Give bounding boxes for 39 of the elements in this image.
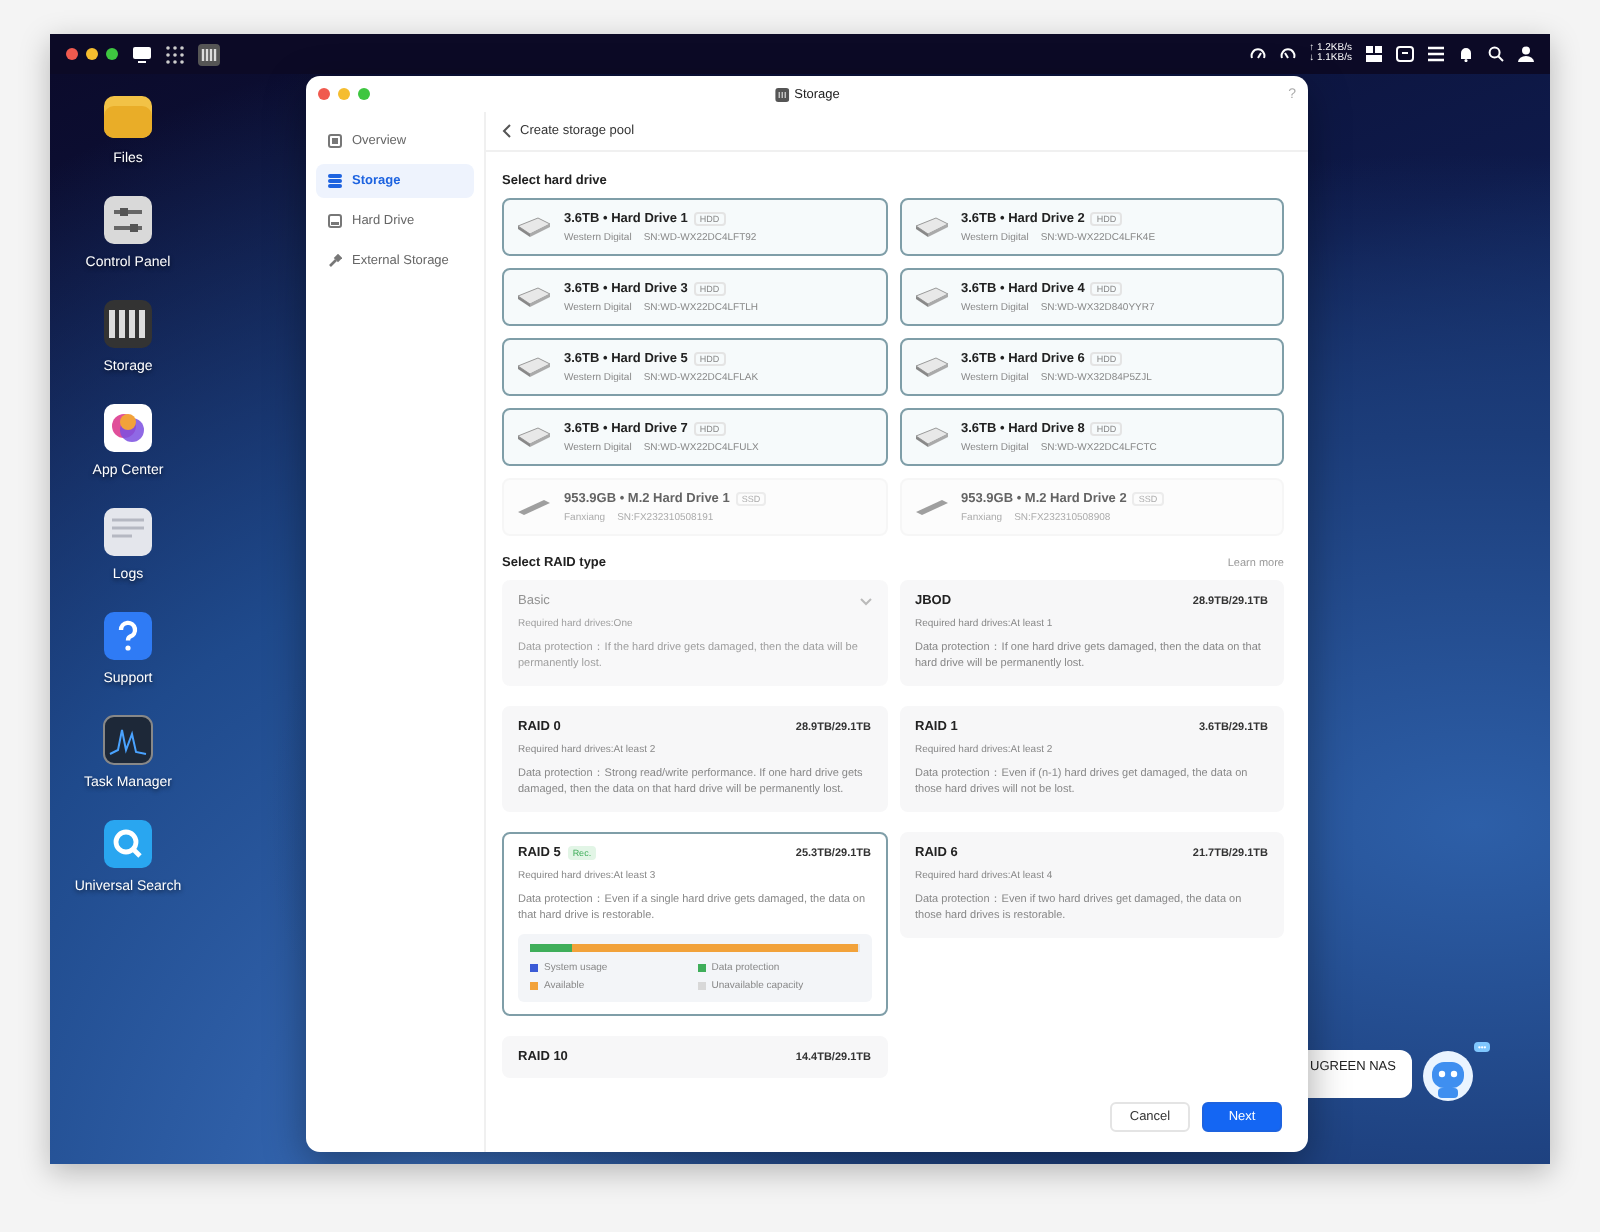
app-grid-icon[interactable] (166, 45, 184, 63)
chat-icon[interactable] (1396, 45, 1414, 63)
close-button[interactable] (318, 88, 330, 100)
notification-bell-icon[interactable] (1458, 46, 1474, 62)
usb-plug-icon (328, 254, 342, 268)
drive-bays-icon[interactable] (102, 298, 154, 350)
database-icon (328, 174, 342, 188)
search-icon[interactable] (1488, 46, 1504, 62)
monitor-icon[interactable] (132, 45, 152, 63)
raid-option-card[interactable] (502, 832, 887, 1016)
ssd-stick-icon (913, 496, 949, 518)
back-icon[interactable] (502, 124, 512, 138)
widgets-icon[interactable] (1366, 46, 1382, 62)
hard-drive-icon (516, 426, 552, 448)
task-list-icon[interactable] (1428, 46, 1444, 62)
activity-chart-icon[interactable] (102, 714, 154, 766)
sliders-icon[interactable] (102, 194, 154, 246)
app-store-icon[interactable] (102, 402, 154, 454)
folder-icon[interactable] (102, 90, 154, 142)
dashboard-icon (328, 134, 342, 148)
user-icon[interactable] (1518, 46, 1534, 62)
help-icon[interactable] (102, 610, 154, 662)
drive-bays-icon (774, 87, 789, 101)
hard-drive-icon (913, 356, 949, 378)
hard-drive-icon (516, 356, 552, 378)
gauge-icon (1279, 46, 1296, 62)
hard-drive-icon (913, 286, 949, 308)
hard-drive-icon (516, 216, 552, 238)
document-icon[interactable] (102, 506, 154, 558)
hard-drive-icon (328, 214, 342, 228)
robot-assistant-icon[interactable] (1422, 1050, 1474, 1102)
gauge-icon (1249, 46, 1266, 62)
hard-drive-icon (516, 286, 552, 308)
ssd-stick-icon (516, 496, 552, 518)
hard-drive-icon (913, 426, 949, 448)
drive-bays-icon[interactable] (198, 43, 220, 65)
hard-drive-icon (913, 216, 949, 238)
search-icon[interactable] (102, 818, 154, 870)
window-controls-icon (66, 48, 118, 60)
